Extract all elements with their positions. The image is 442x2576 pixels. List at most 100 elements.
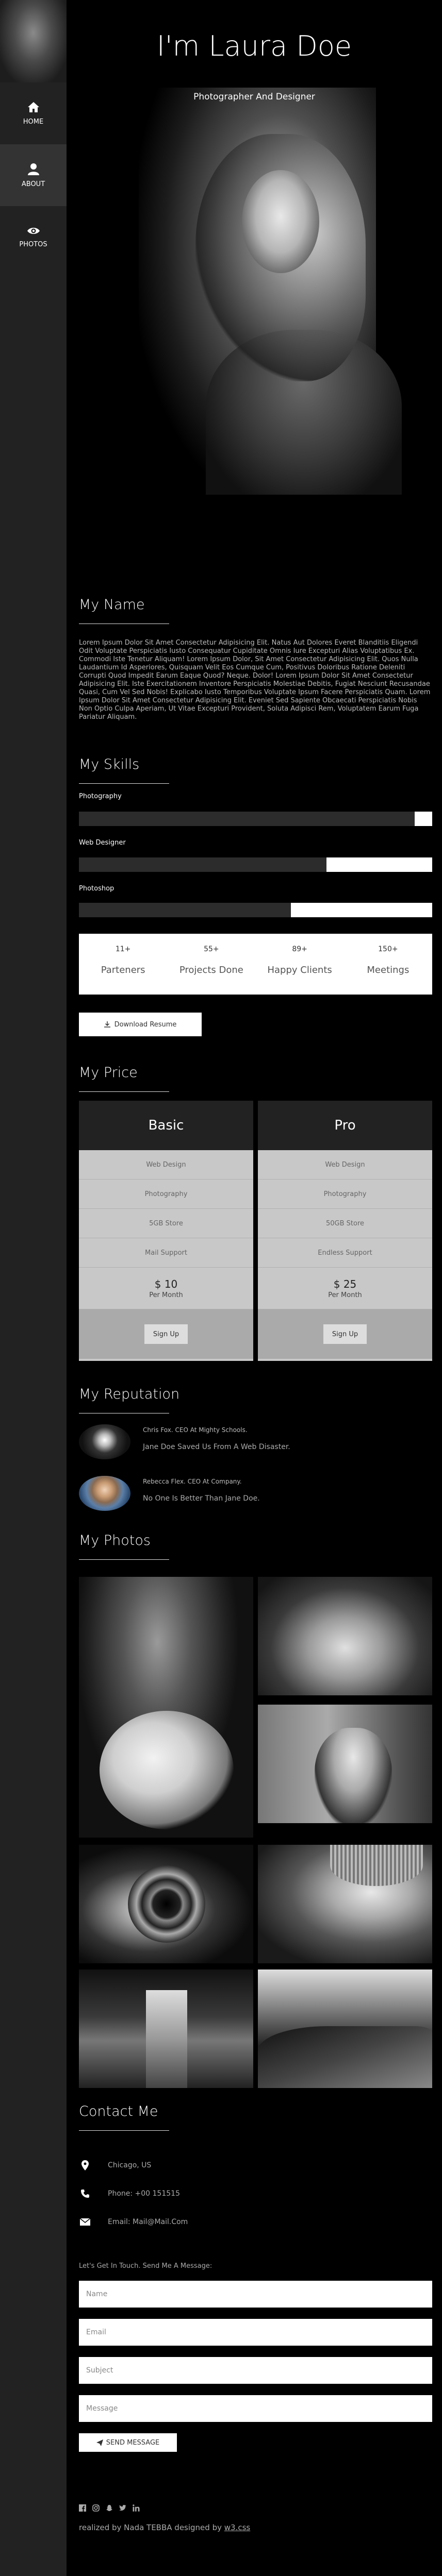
snapchat-icon[interactable] [106, 2504, 113, 2512]
stat-label: Projects Done [179, 965, 243, 975]
instagram-icon[interactable] [92, 2504, 100, 2512]
price-footer: Sign Up [258, 1309, 432, 1359]
send-message-button[interactable]: SEND MESSAGE [79, 2433, 177, 2452]
sidebar: HOME ABOUT PHOTOS [0, 0, 67, 2576]
price-feature: 5GB Store [79, 1209, 253, 1238]
photo-father-baby [79, 1577, 253, 1838]
main-content: I'm Laura Doe Photographer And Designer … [67, 0, 442, 2576]
download-resume-button[interactable]: Download Resume [79, 1013, 202, 1036]
facebook-icon[interactable] [79, 2504, 86, 2512]
photo-child-camera [258, 1705, 432, 1823]
price-plan-name: Basic [79, 1101, 253, 1150]
message-input[interactable] [79, 2395, 432, 2422]
reputation-title: My Reputation [79, 1386, 180, 1402]
signup-button-pro[interactable]: Sign Up [323, 1324, 367, 1344]
skill-fill [79, 857, 326, 872]
sidebar-item-home[interactable]: HOME [0, 82, 67, 144]
review-quote: No One Is Better Than Jane Doe. [143, 1494, 260, 1503]
skill-fill [79, 903, 291, 917]
contact-location: Chicago, US [79, 2160, 151, 2170]
stat-number: 55+ [204, 945, 219, 953]
reviewer-avatar [79, 1424, 130, 1459]
photo-car-window [258, 1969, 432, 2088]
price-feature: Web Design [258, 1150, 432, 1180]
reviewer-avatar [79, 1476, 130, 1511]
photo-train-aisle [146, 1990, 187, 2088]
photo-camera-lens [128, 1865, 205, 1943]
download-icon [104, 1021, 110, 1028]
contact-location-text: Chicago, US [108, 2161, 152, 2169]
contact-form-label: Let's Get In Touch. Send Me A Message: [79, 2262, 212, 2270]
paper-plane-icon [96, 2439, 103, 2446]
stat-meetings: 150+ Meetings [344, 934, 432, 995]
stat-label: Meetings [367, 965, 410, 975]
price-value: $ 25 [333, 1277, 357, 1290]
sidebar-item-about[interactable]: ABOUT [0, 144, 67, 206]
stat-number: 150+ [378, 945, 398, 953]
footer-credit: realized by Nada TEBBA designed by w3.cs… [79, 2523, 250, 2532]
section-divider [79, 783, 169, 784]
hero-portrait-face [242, 170, 319, 273]
price-value: $ 10 [154, 1277, 178, 1290]
email-input[interactable] [79, 2319, 432, 2346]
sidebar-item-label: HOME [23, 117, 44, 126]
photo-baby [100, 1711, 234, 1829]
photo-child [315, 1728, 392, 1823]
stat-label: Parteners [101, 965, 145, 975]
download-resume-label: Download Resume [114, 1020, 177, 1029]
price-card-basic: Basic Web Design Photography 5GB Store M… [79, 1101, 253, 1361]
skill-label-photography: Photography [79, 793, 122, 800]
skills-title: My Skills [79, 756, 140, 772]
price-amount: $ 10 Per Month [79, 1268, 253, 1309]
photo-car-door [258, 2026, 432, 2088]
photo-woman-hat [330, 1845, 423, 1886]
subject-input[interactable] [79, 2357, 432, 2384]
stat-projects: 55+ Projects Done [167, 934, 255, 995]
contact-email: Email: Mail@Mail.Com [79, 2218, 188, 2226]
footer-text: realized by Nada TEBBA designed by [79, 2523, 224, 2532]
price-feature: Web Design [79, 1150, 253, 1180]
stat-partners: 11+ Parteners [79, 934, 167, 995]
price-card-pro: Pro Web Design Photography 50GB Store En… [258, 1101, 432, 1361]
contact-title: Contact Me [79, 2103, 158, 2119]
about-title: My Name [79, 597, 145, 613]
price-feature: Mail Support [79, 1238, 253, 1268]
linkedin-icon[interactable] [133, 2504, 140, 2512]
pricing-title: My Price [79, 1065, 138, 1081]
reviewer-name: Chris Fox. CEO At Mighty Schools. [143, 1426, 248, 1434]
price-period: Per Month [328, 1291, 362, 1299]
eye-icon [27, 227, 40, 234]
price-footer: Sign Up [79, 1309, 253, 1359]
section-divider [79, 1091, 169, 1092]
reviewer-name: Rebecca Flex. CEO At Company. [143, 1478, 242, 1485]
price-feature: Photography [258, 1180, 432, 1209]
skill-label-photoshop: Photoshop [79, 885, 114, 893]
twitter-icon[interactable] [119, 2504, 126, 2512]
skill-fill [79, 812, 415, 826]
stat-clients: 89+ Happy Clients [256, 934, 344, 995]
photo-hands [258, 1577, 432, 1695]
send-message-label: SEND MESSAGE [106, 2438, 160, 2447]
contact-email-text: Email: Mail@Mail.Com [108, 2218, 188, 2226]
stats-panel: 11+ Parteners 55+ Projects Done 89+ Happ… [79, 934, 432, 995]
hero-section: I'm Laura Doe Photographer And Designer [67, 0, 442, 495]
sidebar-item-photos[interactable]: PHOTOS [0, 206, 67, 268]
contact-phone: Phone: +00 151515 [79, 2189, 180, 2198]
skill-bar-photoshop [79, 903, 432, 917]
stat-number: 11+ [115, 945, 131, 953]
map-marker-icon [79, 2160, 91, 2170]
signup-button-basic[interactable]: Sign Up [144, 1324, 188, 1344]
stat-label: Happy Clients [267, 965, 332, 975]
photo-woman-camera [258, 1845, 432, 1963]
name-input[interactable] [79, 2281, 432, 2308]
sidebar-item-label: ABOUT [21, 180, 45, 188]
review-quote: Jane Doe Saved Us From A Web Disaster. [143, 1443, 290, 1451]
hero-subtitle: Photographer And Designer [193, 92, 315, 102]
user-icon [27, 163, 39, 175]
skill-label-web-designer: Web Designer [79, 839, 126, 847]
photo-camera [79, 1845, 253, 1963]
footer-link-w3css[interactable]: w3.css [224, 2523, 250, 2532]
price-plan-name: Pro [258, 1101, 432, 1150]
home-icon [27, 102, 39, 112]
photos-title: My Photos [79, 1533, 151, 1548]
